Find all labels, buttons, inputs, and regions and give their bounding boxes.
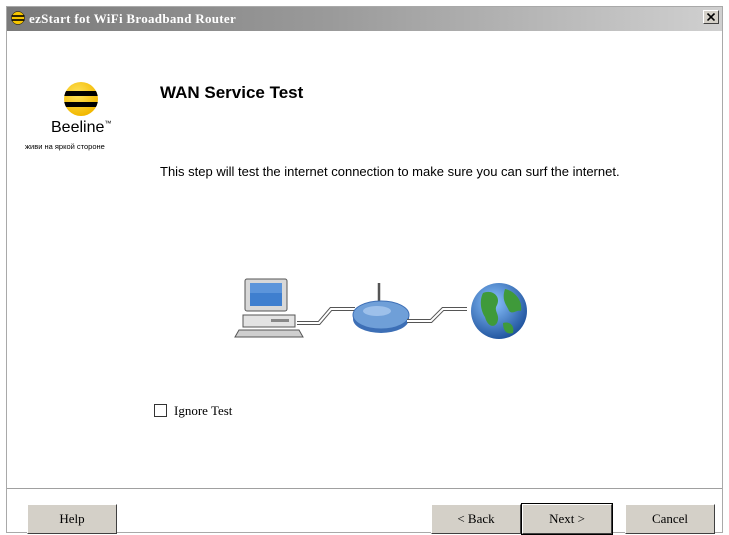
footer-separator — [7, 488, 722, 490]
globe-icon — [471, 283, 527, 339]
brand-name: Beeline™ — [51, 119, 112, 136]
router-icon — [352, 283, 410, 333]
beeline-app-icon — [11, 11, 25, 25]
beeline-ball-icon — [64, 82, 98, 116]
next-button[interactable]: Next > — [521, 503, 613, 535]
wizard-window: ezStart fot WiFi Broadband Router Beelin… — [6, 6, 723, 535]
cancel-button[interactable]: Cancel — [625, 504, 715, 534]
ignore-test-label: Ignore Test — [174, 403, 233, 418]
step-description: This step will test the internet connect… — [160, 164, 620, 179]
close-button[interactable] — [703, 10, 719, 24]
help-button[interactable]: Help — [27, 504, 117, 534]
page-title: WAN Service Test — [160, 83, 304, 102]
back-button[interactable]: < Back — [431, 504, 521, 534]
title-bar[interactable]: ezStart fot WiFi Broadband Router — [7, 7, 722, 31]
computer-icon — [234, 278, 304, 338]
connection-diagram — [234, 278, 527, 339]
brand-tagline: живи на яркой стороне — [25, 142, 105, 151]
beeline-logo: Beeline™ живи на яркой стороне — [25, 81, 135, 163]
cable-icon — [297, 307, 355, 325]
window-title: ezStart fot WiFi Broadband Router — [29, 11, 237, 26]
cable-icon — [407, 307, 467, 323]
ignore-test-checkbox[interactable] — [154, 404, 167, 417]
close-icon — [707, 13, 715, 21]
